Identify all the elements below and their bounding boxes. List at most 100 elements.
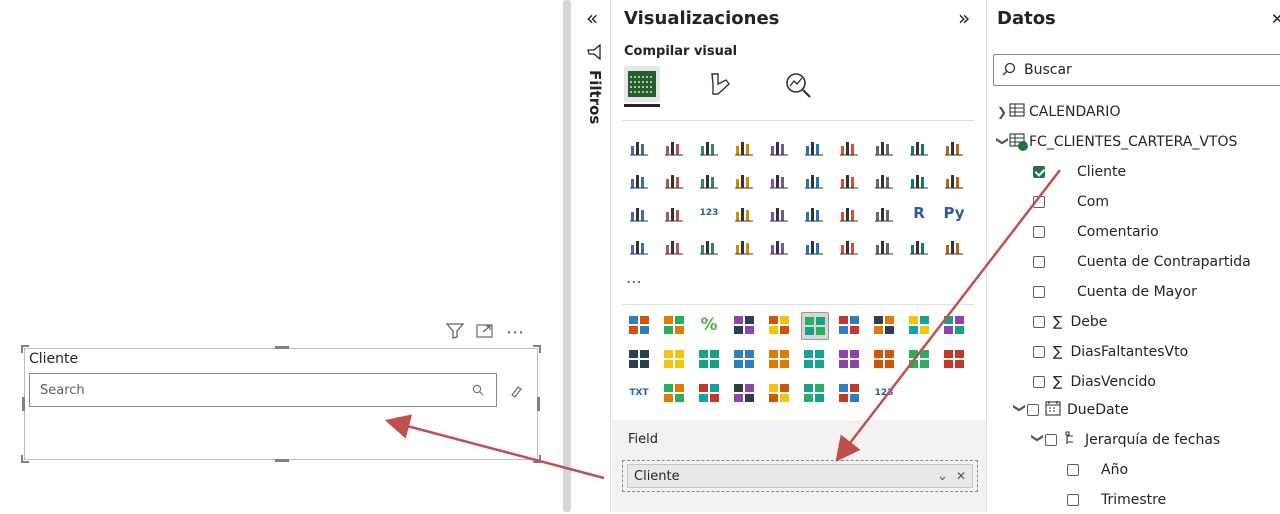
table-fc-clientes[interactable]: ❯ FC_CLIENTES_CARTERA_VTOS	[996, 128, 1237, 156]
table-calendario[interactable]: ❯ CALENDARIO	[997, 98, 1120, 126]
field-item[interactable]: Com	[1033, 188, 1109, 216]
custom-12-icon[interactable]	[661, 346, 687, 372]
field-duedate[interactable]: ❯ DueDate	[1013, 396, 1129, 424]
field-item[interactable]: Cliente	[1033, 158, 1126, 186]
custom-14-icon[interactable]	[731, 346, 757, 372]
field-checkbox[interactable]	[1033, 316, 1045, 328]
field-pill[interactable]: Cliente ⌄ ✕	[627, 464, 973, 488]
field-checkbox-checked[interactable]	[1033, 166, 1045, 178]
key-influencers-icon[interactable]	[626, 233, 652, 259]
card-icon[interactable]: 123	[696, 200, 722, 226]
field-checkbox[interactable]	[1033, 376, 1045, 388]
custom-20-icon[interactable]	[941, 346, 967, 372]
chevron-down-icon[interactable]: ❯	[1031, 433, 1045, 447]
canvas-scrollbar[interactable]	[563, 0, 571, 512]
custom-21-icon[interactable]: TXT	[626, 380, 652, 406]
custom-5-icon[interactable]	[766, 312, 792, 338]
chevron-icon[interactable]	[941, 233, 967, 259]
kpi-icon[interactable]	[766, 200, 792, 226]
field-item[interactable]: Cuenta de Contrapartida	[1033, 248, 1251, 276]
field-item[interactable]: ∑ Debe	[1033, 308, 1107, 336]
custom-22-icon[interactable]	[661, 380, 687, 406]
analytics-icon[interactable]	[782, 70, 814, 104]
filters-pane-collapsed[interactable]: « Filtros	[578, 0, 611, 512]
field-checkbox[interactable]	[1067, 464, 1079, 476]
hierarchy-level-year[interactable]: Año	[1067, 456, 1128, 484]
more-options-icon[interactable]: ⋯	[506, 322, 524, 343]
field-item[interactable]: Cuenta de Mayor	[1033, 278, 1197, 306]
filters-label[interactable]: Filtros	[586, 70, 604, 124]
hierarchy-level-quarter[interactable]: Trimestre	[1067, 486, 1166, 514]
custom-28-icon[interactable]: 123	[871, 380, 897, 406]
date-hierarchy[interactable]: ❯ Jerarquía de fechas	[1031, 426, 1220, 454]
chevron-down-icon[interactable]: ⌄	[937, 469, 948, 484]
line-icon[interactable]	[836, 134, 862, 160]
custom-19-icon[interactable]	[906, 346, 932, 372]
more-visuals-icon[interactable]: ⋯	[626, 272, 642, 291]
azure-map-icon[interactable]	[626, 200, 652, 226]
remove-field-icon[interactable]: ✕	[956, 469, 966, 483]
focus-mode-icon[interactable]	[476, 323, 494, 343]
custom-23-icon[interactable]	[696, 380, 722, 406]
stacked-column-icon[interactable]	[731, 134, 757, 160]
custom-9-icon[interactable]	[906, 312, 932, 338]
build-visual-icon[interactable]	[624, 66, 660, 102]
field-checkbox[interactable]	[1033, 226, 1045, 238]
power-automate-icon[interactable]	[871, 233, 897, 259]
map-icon[interactable]	[906, 167, 932, 193]
gauge-icon[interactable]	[661, 200, 687, 226]
custom-17-icon[interactable]	[836, 346, 862, 372]
custom-15-icon[interactable]	[766, 346, 792, 372]
power-apps-icon[interactable]	[836, 233, 862, 259]
clustered-bar-icon[interactable]	[766, 134, 792, 160]
goals-icon[interactable]	[766, 233, 792, 259]
field-item[interactable]: Comentario	[1033, 218, 1159, 246]
custom-8-icon[interactable]	[871, 312, 897, 338]
column-100-icon[interactable]	[801, 134, 827, 160]
chevron-down-icon[interactable]: ❯	[1013, 403, 1027, 417]
custom-25-icon[interactable]	[766, 380, 792, 406]
close-data-icon[interactable]: ✕	[1271, 10, 1280, 28]
chevron-right-icon[interactable]: ❯	[997, 105, 1009, 119]
data-search-box[interactable]: Buscar	[993, 54, 1280, 86]
custom-26-icon[interactable]	[801, 380, 827, 406]
expand-visualizations-icon[interactable]: »	[958, 6, 970, 30]
chevron-down-icon[interactable]: ❯	[996, 136, 1010, 148]
scatter-icon[interactable]	[766, 167, 792, 193]
custom-1-icon[interactable]	[626, 312, 652, 338]
waterfall-icon[interactable]	[696, 167, 722, 193]
custom-27-icon[interactable]	[836, 380, 862, 406]
field-checkbox[interactable]	[1033, 256, 1045, 268]
format-visual-icon[interactable]	[704, 70, 734, 104]
treemap-icon[interactable]	[871, 167, 897, 193]
pie-icon[interactable]	[801, 167, 827, 193]
custom-13-icon[interactable]	[696, 346, 722, 372]
stacked-bar-icon[interactable]	[626, 134, 652, 160]
filled-map-icon[interactable]	[941, 167, 967, 193]
report-canvas[interactable]: ⋯ Cliente Search	[0, 0, 562, 512]
r-visual-icon[interactable]: R	[906, 200, 932, 226]
python-visual-icon[interactable]: Py	[941, 200, 967, 226]
custom-10-icon[interactable]	[941, 312, 967, 338]
field-item[interactable]: ∑ DiasVencido	[1033, 368, 1156, 396]
stacked-bar-100-icon[interactable]	[696, 134, 722, 160]
diamond-icon[interactable]	[906, 233, 932, 259]
multi-row-card-icon[interactable]	[731, 200, 757, 226]
field-checkbox[interactable]	[1045, 434, 1057, 446]
stacked-area-icon[interactable]	[906, 134, 932, 160]
custom-18-icon[interactable]	[871, 346, 897, 372]
slicer-visual[interactable]: Cliente Search	[21, 345, 541, 463]
custom-4-icon[interactable]	[731, 312, 757, 338]
custom-2-icon[interactable]	[661, 312, 687, 338]
custom-11-icon[interactable]	[626, 346, 652, 372]
custom-3-icon[interactable]: %	[696, 312, 722, 338]
slicer-icon[interactable]	[801, 200, 827, 226]
field-checkbox[interactable]	[1067, 494, 1079, 506]
custom-7-icon[interactable]	[836, 312, 862, 338]
decomposition-tree-icon[interactable]	[661, 233, 687, 259]
line-clustered-column-icon[interactable]	[941, 134, 967, 160]
matrix-icon[interactable]	[871, 200, 897, 226]
line-stacked-column-icon[interactable]	[626, 167, 652, 193]
smart-narrative-icon[interactable]	[731, 233, 757, 259]
field-checkbox[interactable]	[1033, 346, 1045, 358]
